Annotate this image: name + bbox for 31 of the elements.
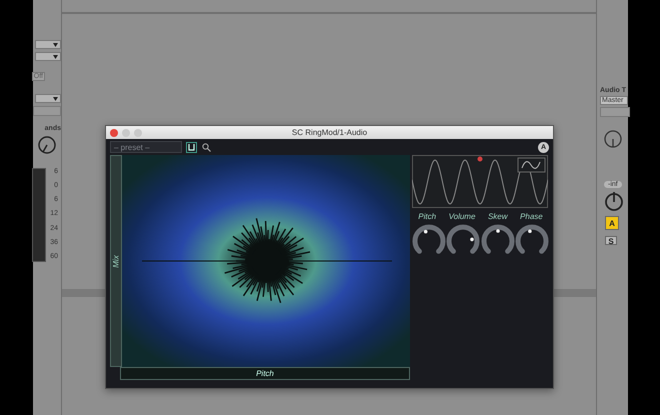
rotary-knob[interactable] — [412, 223, 446, 257]
track-button[interactable]: S — [605, 236, 617, 245]
dropdown[interactable] — [35, 94, 61, 103]
window-title: SC RingMod/1-Audio — [292, 128, 368, 137]
preset-field[interactable]: – preset – — [110, 141, 182, 153]
axis-label: Mix — [112, 254, 120, 268]
mix-axis-bar[interactable]: Mix — [110, 155, 122, 367]
save-icon — [188, 144, 195, 150]
knob-label: Skew — [488, 212, 508, 221]
track-button[interactable]: A — [605, 216, 619, 230]
input-field[interactable] — [600, 107, 630, 117]
close-button[interactable] — [110, 128, 118, 136]
rotary-knob[interactable] — [446, 223, 480, 257]
knob-label: Volume — [448, 212, 476, 221]
pitch-axis-bar[interactable]: Pitch — [120, 367, 410, 380]
rotary-knob[interactable] — [480, 223, 515, 257]
caret-icon — [53, 54, 58, 58]
caret-icon — [53, 42, 58, 46]
knob-icon[interactable] — [37, 135, 57, 155]
knob-icon[interactable] — [603, 129, 623, 149]
dropdown[interactable] — [35, 40, 61, 49]
knob-icon[interactable] — [603, 190, 625, 212]
knob-label: Phase — [520, 212, 543, 221]
knob-label: Pitch — [418, 212, 436, 221]
search-button[interactable] — [201, 142, 212, 152]
search-icon — [202, 142, 211, 152]
caret-icon — [53, 96, 58, 100]
input-field[interactable] — [33, 106, 61, 116]
dropdown[interactable] — [35, 52, 61, 61]
save-button[interactable] — [186, 142, 197, 152]
rotary-knob[interactable] — [514, 223, 549, 257]
